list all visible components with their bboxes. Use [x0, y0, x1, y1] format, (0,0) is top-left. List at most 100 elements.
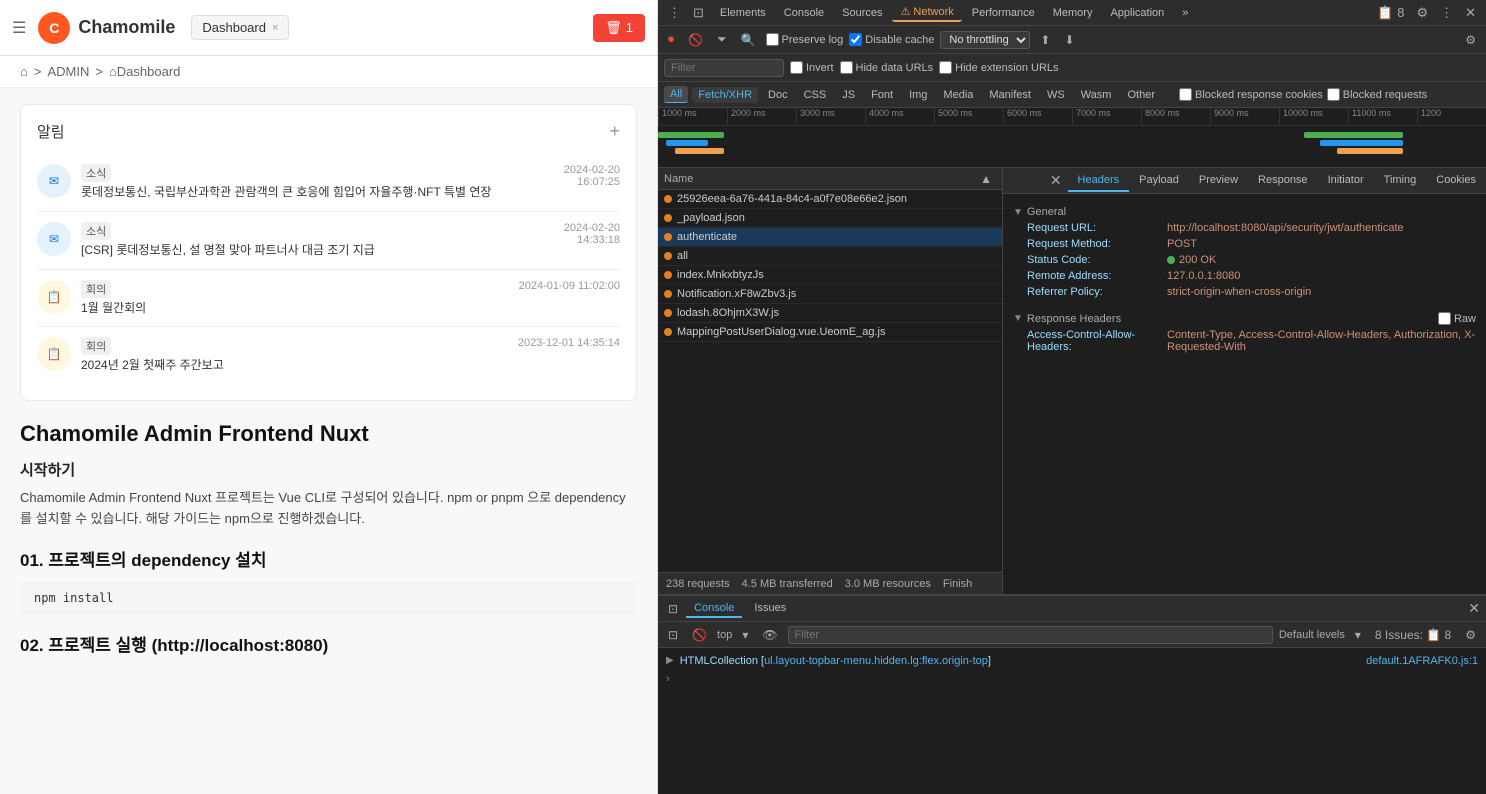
type-filter-js[interactable]: JS — [836, 87, 861, 103]
tab-initiator[interactable]: Initiator — [1318, 170, 1374, 192]
invert-input[interactable] — [790, 61, 803, 74]
devtools-close-icon[interactable]: ✕ — [1461, 3, 1480, 23]
devtools-issues-badge[interactable]: 📋 8 — [1373, 3, 1408, 23]
hamburger-icon[interactable]: ☰ — [12, 18, 26, 38]
hide-data-urls-checkbox[interactable]: Hide data URLs — [840, 61, 934, 74]
request-item-authenticate[interactable]: authenticate — [658, 228, 1002, 247]
import-icon[interactable]: ⬆ — [1036, 31, 1054, 49]
preserve-log-checkbox[interactable]: Preserve log — [766, 33, 844, 46]
close-tab-icon[interactable]: × — [272, 22, 278, 34]
export-icon[interactable]: ⬇ — [1060, 31, 1078, 49]
console-panel-icon[interactable]: ⊡ — [664, 600, 682, 618]
blocked-cookies-input[interactable] — [1179, 88, 1192, 101]
hide-data-urls-input[interactable] — [840, 61, 853, 74]
request-item[interactable]: index.MnkxbtyzJs — [658, 266, 1002, 285]
levels-dropdown-icon[interactable]: ▾ — [1351, 626, 1365, 644]
devtools-settings-icon[interactable]: ⚙ — [1412, 3, 1432, 23]
console-eye-icon[interactable]: 👁 — [758, 626, 781, 644]
hide-ext-urls-input[interactable] — [939, 61, 952, 74]
record-button[interactable]: ⏺ — [664, 30, 678, 49]
tab-payload[interactable]: Payload — [1129, 170, 1189, 192]
tab-response[interactable]: Response — [1248, 170, 1318, 192]
alert-add-button[interactable]: + — [609, 121, 620, 142]
type-filter-font[interactable]: Font — [865, 87, 899, 103]
tab-preview[interactable]: Preview — [1189, 170, 1248, 192]
raw-input[interactable] — [1438, 312, 1451, 325]
console-clear-icon[interactable]: 🚫 — [688, 626, 711, 644]
disable-cache-checkbox[interactable]: Disable cache — [849, 33, 934, 46]
type-filter-all[interactable]: All — [664, 86, 688, 103]
blocked-requests-checkbox[interactable]: Blocked requests — [1327, 88, 1427, 101]
breadcrumb-home-icon[interactable]: ⌂ — [20, 64, 28, 79]
dashboard-tab[interactable]: Dashboard × — [191, 15, 289, 40]
blocked-cookies-checkbox[interactable]: Blocked response cookies — [1179, 88, 1323, 101]
console-dropdown-icon[interactable]: ▾ — [738, 626, 752, 644]
general-section-header[interactable]: ▼ General — [1013, 202, 1476, 220]
collapse-icon[interactable]: ▲ — [976, 170, 996, 188]
throttling-select[interactable]: No throttling — [940, 31, 1030, 49]
request-item[interactable]: _payload.json — [658, 209, 1002, 228]
tab-headers[interactable]: Headers — [1068, 170, 1130, 192]
notification-button[interactable]: 🗑 1 — [593, 14, 645, 42]
search-icon[interactable]: 🔍 — [737, 31, 760, 49]
alert-item[interactable]: 📋 회의 2024년 2월 첫째주 주간보고 2023-12-01 14:35:… — [37, 327, 620, 384]
request-item[interactable]: all — [658, 247, 1002, 266]
type-filter-manifest[interactable]: Manifest — [983, 87, 1037, 103]
request-item[interactable]: MappingPostUserDialog.vue.UeomE_ag.js — [658, 323, 1002, 342]
type-filter-other[interactable]: Other — [1121, 87, 1161, 103]
type-filter-ws[interactable]: WS — [1041, 87, 1071, 103]
request-item[interactable]: 25926eea-6a76-441a-84c4-a0f7e08e66e2.jso… — [658, 190, 1002, 209]
devtools-dock-icon[interactable]: ⊡ — [689, 3, 708, 23]
blocked-requests-input[interactable] — [1327, 88, 1340, 101]
filter-input[interactable] — [664, 59, 784, 77]
type-filter-doc[interactable]: Doc — [762, 87, 794, 103]
tab-more[interactable]: » — [1174, 5, 1196, 21]
status-key: Status Code: — [1027, 254, 1167, 266]
tab-network[interactable]: ⚠ Network — [892, 3, 961, 22]
disable-cache-label: Disable cache — [865, 34, 934, 46]
detail-close-button[interactable]: ✕ — [1050, 172, 1062, 189]
hide-ext-urls-checkbox[interactable]: Hide extension URLs — [939, 61, 1058, 74]
type-filter-css[interactable]: CSS — [798, 87, 833, 103]
console-link[interactable]: default.1AFRAFK0.js:1 — [1366, 655, 1478, 667]
console-filter-input[interactable] — [788, 626, 1273, 644]
triangle-icon[interactable]: ▶ — [666, 655, 674, 666]
tab-performance[interactable]: Performance — [964, 5, 1043, 21]
alert-item[interactable]: 📋 회의 1월 월간회의 2024-01-09 11:02:00 — [37, 270, 620, 328]
type-filter-fetch[interactable]: Fetch/XHR — [692, 87, 758, 103]
filter-icon[interactable]: ⏷ — [713, 30, 731, 49]
tab-sources[interactable]: Sources — [834, 5, 890, 21]
tab-application[interactable]: Application — [1102, 5, 1172, 21]
alert-item[interactable]: ✉ 소식 롯데정보통신, 국립부산과학관 관람객의 큰 호응에 힘입어 자율주행… — [37, 154, 620, 212]
breadcrumb-admin[interactable]: ADMIN — [47, 64, 89, 79]
clear-button[interactable]: 🚫 — [684, 31, 707, 49]
settings-inline-icon[interactable]: ⚙ — [1461, 31, 1480, 49]
request-item[interactable]: lodash.8OhjmX3W.js — [658, 304, 1002, 323]
alert-item[interactable]: ✉ 소식 [CSR] 롯데정보통신, 설 명절 맞아 파트너사 대금 조기 지급… — [37, 212, 620, 270]
type-filter-media[interactable]: Media — [937, 87, 979, 103]
request-item[interactable]: Notification.xF8wZbv3.js — [658, 285, 1002, 304]
type-filter-img[interactable]: Img — [903, 87, 933, 103]
devtools-more-icon[interactable]: ⋮ — [1436, 3, 1457, 23]
console-sidebar-icon[interactable]: ⊡ — [664, 626, 682, 644]
console-tab[interactable]: Console — [686, 600, 742, 618]
invert-checkbox[interactable]: Invert — [790, 61, 834, 74]
access-control-key: Access-Control-Allow-Headers: — [1027, 329, 1167, 353]
tab-elements[interactable]: Elements — [712, 5, 774, 21]
tab-memory[interactable]: Memory — [1045, 5, 1101, 21]
disable-cache-input[interactable] — [849, 33, 862, 46]
devtools-menu-icon[interactable]: ⋮ — [664, 3, 685, 23]
tab-console[interactable]: Console — [776, 5, 832, 21]
issues-badge-btn[interactable]: 8 Issues: 📋 8 — [1371, 626, 1455, 644]
preserve-log-input[interactable] — [766, 33, 779, 46]
request-name: authenticate — [677, 231, 996, 243]
issues-tab[interactable]: Issues — [746, 600, 794, 618]
type-filter-wasm[interactable]: Wasm — [1075, 87, 1118, 103]
tab-timing[interactable]: Timing — [1374, 170, 1427, 192]
response-headers-section-header[interactable]: ▼ Response Headers Raw — [1013, 308, 1476, 327]
tab-cookies[interactable]: Cookies — [1426, 170, 1486, 192]
console-close-button[interactable]: ✕ — [1468, 600, 1480, 617]
expand-icon[interactable]: › — [666, 673, 670, 685]
raw-checkbox[interactable]: Raw — [1438, 312, 1476, 325]
console-settings-icon[interactable]: ⚙ — [1461, 626, 1480, 644]
